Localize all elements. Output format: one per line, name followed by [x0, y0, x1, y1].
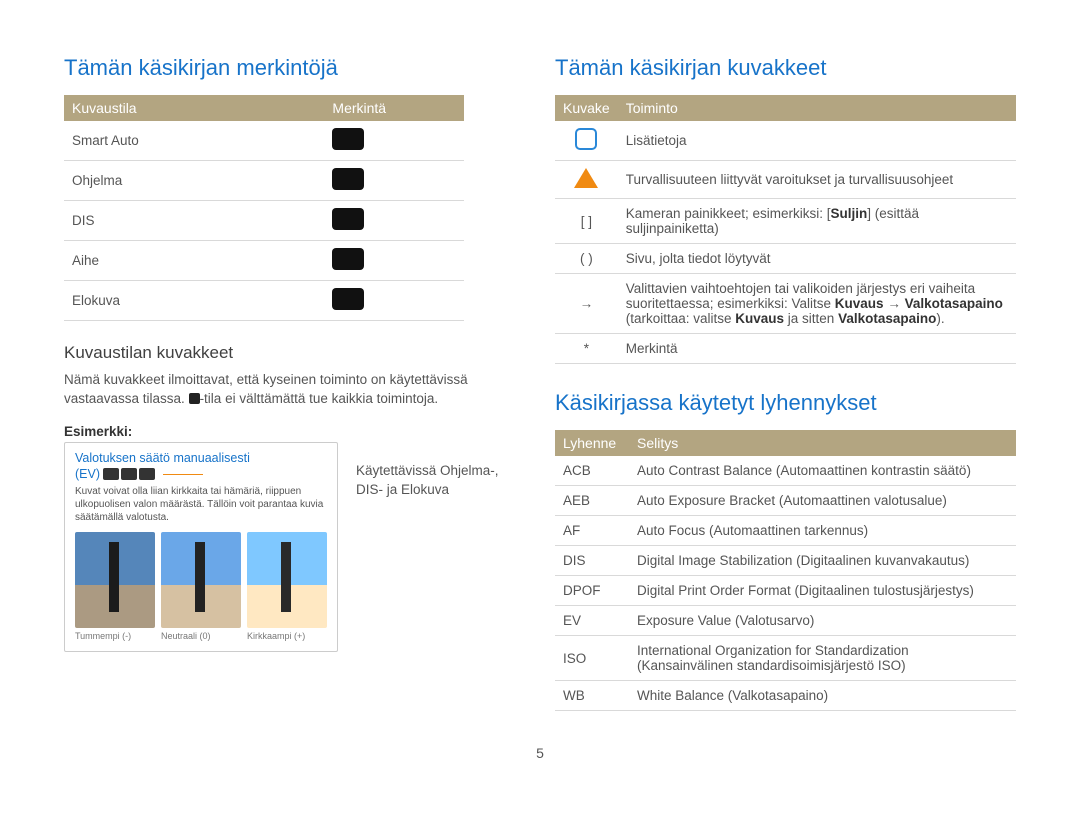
mode-icon-scene — [324, 241, 464, 281]
icon-desc: Sivu, jolta tiedot löytyvät — [618, 244, 1016, 274]
right-column: Tämän käsikirjan kuvakkeet Kuvake Toimin… — [555, 55, 1016, 733]
abbrev-meaning: International Organization for Standardi… — [629, 636, 1016, 681]
example-ev-text: (EV) — [75, 467, 100, 481]
t: ). — [936, 311, 944, 326]
icon-table: Kuvake Toiminto Lisätietoja Turvallisuut… — [555, 95, 1016, 364]
abbrev: AF — [555, 516, 629, 546]
mode-icon-dis — [324, 201, 464, 241]
mode-table-head-mode: Kuvaustila — [64, 95, 324, 121]
abbrev: AEB — [555, 486, 629, 516]
t: ja sitten — [784, 311, 838, 326]
camera-smart-icon — [332, 128, 364, 150]
mode-icon-program — [324, 161, 464, 201]
icon-table-head-func: Toiminto — [618, 95, 1016, 121]
t-bold: Suljin — [831, 206, 868, 221]
right-title-1: Tämän käsikirjan kuvakkeet — [555, 55, 1016, 81]
mode-cell: Elokuva — [64, 281, 324, 321]
left-title: Tämän käsikirjan merkintöjä — [64, 55, 525, 81]
thumb-label: Neutraali (0) — [161, 631, 241, 641]
thumb-label: Kirkkaampi (+) — [247, 631, 327, 641]
mode-icons-desc-part2: -tila ei välttämättä tue kaikkia toimint… — [200, 391, 439, 406]
abbrev-table-head-abbrev: Lyhenne — [555, 430, 629, 456]
abbrev-meaning: Auto Focus (Automaattinen tarkennus) — [629, 516, 1016, 546]
arrow-icon: → — [555, 274, 618, 334]
thumb-neutral — [161, 532, 241, 628]
icon-table-head-icon: Kuvake — [555, 95, 618, 121]
abbrev-meaning: Exposure Value (Valotusarvo) — [629, 606, 1016, 636]
icon-desc: Turvallisuuteen liittyvät varoitukset ja… — [618, 161, 1016, 199]
icon-desc: Valittavien vaihtoehtojen tai valikoiden… — [618, 274, 1016, 334]
camera-dis-icon — [332, 208, 364, 230]
abbrev: WB — [555, 681, 629, 711]
mode-cell: Aihe — [64, 241, 324, 281]
scn-inline-icon — [189, 393, 200, 404]
t: → — [884, 296, 905, 311]
thumb-label: Tummempi (-) — [75, 631, 155, 641]
warning-icon — [574, 168, 598, 188]
icon-desc: Kameran painikkeet; esimerkiksi: [Suljin… — [618, 199, 1016, 244]
abbrev: DPOF — [555, 576, 629, 606]
abbrev: ACB — [555, 456, 629, 486]
camera-scn-icon — [332, 248, 364, 270]
example-heading: Valotuksen säätö manuaalisesti — [75, 451, 327, 465]
mode-table: Kuvaustila Merkintä Smart Auto Ohjelma D… — [64, 95, 464, 321]
icon-desc: Merkintä — [618, 334, 1016, 364]
abbrev-meaning: White Balance (Valkotasapaino) — [629, 681, 1016, 711]
mode-icon-movie — [324, 281, 464, 321]
icon-desc: Lisätietoja — [618, 121, 1016, 161]
example-ev-badges — [103, 468, 155, 480]
abbrev-meaning: Digital Image Stabilization (Digitaaline… — [629, 546, 1016, 576]
mode-cell: Smart Auto — [64, 121, 324, 161]
left-column: Tämän käsikirjan merkintöjä Kuvaustila M… — [64, 55, 525, 733]
example-label: Esimerkki: — [64, 423, 525, 442]
t: (tarkoittaa: valitse — [626, 311, 736, 326]
parens-icon: ( ) — [555, 244, 618, 274]
abbrev-meaning: Auto Contrast Balance (Automaattinen kon… — [629, 456, 1016, 486]
example-desc: Kuvat voivat olla liian kirkkaita tai hä… — [75, 485, 327, 524]
example-card: Valotuksen säätö manuaalisesti (EV) Kuva… — [64, 442, 338, 652]
callout-leader — [163, 474, 203, 475]
mode-icons-desc: Nämä kuvakkeet ilmoittavat, että kyseine… — [64, 371, 525, 409]
mode-icon-smart-auto — [324, 121, 464, 161]
asterisk-icon: * — [555, 334, 618, 364]
thumb-brighter — [247, 532, 327, 628]
t-bold: Kuvaus — [835, 296, 884, 311]
abbrev: EV — [555, 606, 629, 636]
thumb-darker — [75, 532, 155, 628]
mode-cell: Ohjelma — [64, 161, 324, 201]
mode-cell: DIS — [64, 201, 324, 241]
t: Kameran painikkeet; esimerkiksi: [ — [626, 206, 831, 221]
camera-movie-icon — [332, 288, 364, 310]
page-number: 5 — [64, 745, 1016, 761]
badge-icon — [139, 468, 155, 480]
badge-icon — [103, 468, 119, 480]
mode-table-head-mark: Merkintä — [324, 95, 464, 121]
brackets-icon: [ ] — [555, 199, 618, 244]
right-title-2: Käsikirjassa käytetyt lyhennykset — [555, 390, 1016, 416]
badge-icon — [121, 468, 137, 480]
t-bold: Kuvaus — [735, 311, 784, 326]
sub-title-mode-icons: Kuvaustilan kuvakkeet — [64, 343, 525, 363]
abbrev-table-head-meaning: Selitys — [629, 430, 1016, 456]
info-icon — [575, 128, 597, 150]
abbrev: DIS — [555, 546, 629, 576]
abbrev-meaning: Digital Print Order Format (Digitaalinen… — [629, 576, 1016, 606]
camera-p-icon — [332, 168, 364, 190]
example-callout-text: Käytettävissä Ohjelma-, DIS- ja Elokuva — [356, 442, 525, 500]
abbrev: ISO — [555, 636, 629, 681]
abbrev-table: Lyhenne Selitys ACBAuto Contrast Balance… — [555, 430, 1016, 711]
example-thumbs: Tummempi (-) Neutraali (0) Kirkkaampi (+… — [75, 532, 327, 641]
abbrev-meaning: Auto Exposure Bracket (Automaattinen val… — [629, 486, 1016, 516]
t-bold: Valkotasapaino — [905, 296, 1003, 311]
example-ev-line: (EV) — [75, 467, 327, 481]
t-bold: Valkotasapaino — [838, 311, 936, 326]
